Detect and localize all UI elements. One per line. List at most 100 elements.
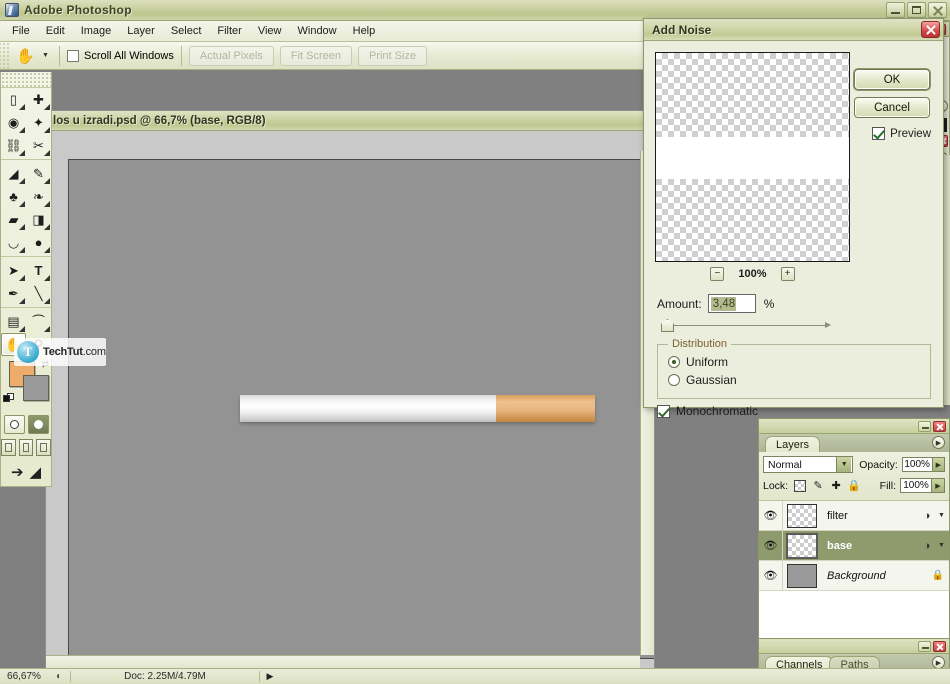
monochromatic-checkbox[interactable]: Monochromatic — [657, 404, 758, 418]
cancel-button[interactable]: Cancel — [854, 97, 930, 118]
image-canvas[interactable] — [68, 159, 654, 659]
scroll-all-windows-checkbox[interactable]: Scroll All Windows — [67, 49, 174, 62]
background-color-swatch[interactable] — [23, 375, 49, 401]
chevron-down-icon[interactable]: ▼ — [938, 512, 949, 519]
menu-filter[interactable]: Filter — [209, 23, 249, 39]
jump-to-imageready-icon[interactable]: ➔ — [11, 463, 24, 481]
path-selection-icon[interactable]: ➤ — [1, 259, 26, 282]
radio-gaussian[interactable]: Gaussian — [668, 373, 930, 387]
menu-window[interactable]: Window — [290, 23, 345, 39]
layer-thumbnail[interactable] — [786, 532, 818, 559]
menu-file[interactable]: File — [4, 23, 38, 39]
marquee-rect-icon[interactable]: ▯ — [1, 88, 26, 111]
tab-layers[interactable]: Layers — [765, 436, 821, 452]
blur-icon[interactable]: ◡ — [1, 231, 26, 254]
document-titlebar[interactable]: los u izradi.psd @ 66,7% (base, RGB/8) — [46, 111, 654, 131]
blend-mode-select[interactable]: Normal ▼ — [763, 456, 854, 473]
standard-screen-icon[interactable] — [1, 439, 16, 456]
fill-stepper-icon[interactable]: ▶ — [932, 478, 945, 493]
chevron-down-icon[interactable]: ▼ — [39, 44, 52, 68]
fit-screen-button[interactable]: Fit Screen — [279, 45, 352, 66]
lock-all-icon[interactable]: 🔒 — [847, 480, 861, 492]
pen-tool-icon[interactable]: ✒ — [1, 282, 26, 305]
zoom-out-button[interactable]: − — [710, 267, 725, 281]
fill-input[interactable]: 100% — [900, 478, 932, 493]
layers-list[interactable]: 👁 filter ◑ ▼ 👁 base ◑ ▼ 👁 Background 🔒 — [759, 501, 949, 646]
palette-menu-icon[interactable]: ▶ — [932, 436, 945, 449]
history-brush-icon[interactable]: ❧ — [26, 185, 51, 208]
layer-thumbnail[interactable] — [787, 503, 817, 528]
move-tool-icon[interactable]: ✚ — [26, 88, 51, 111]
lock-pixels-icon[interactable]: ✎ — [812, 480, 824, 492]
layer-fx-icon[interactable]: ◑ — [916, 540, 938, 552]
reset-colors-icon[interactable] — [3, 393, 14, 404]
close-icon[interactable] — [921, 21, 940, 38]
table-row[interactable]: 👁 filter ◑ ▼ — [759, 501, 949, 531]
notes-icon[interactable]: ▤ — [1, 310, 26, 333]
opacity-stepper-icon[interactable]: ▶ — [932, 457, 945, 472]
magic-wand-icon[interactable]: ✦ — [26, 111, 51, 134]
slice-icon[interactable]: ✂ — [26, 134, 51, 157]
layer-visibility-icon[interactable]: 👁 — [759, 501, 783, 531]
preview-checkbox[interactable]: Preview — [872, 127, 931, 140]
options-bar-grip[interactable] — [0, 41, 9, 70]
menu-layer[interactable]: Layer — [119, 23, 163, 39]
document-canvas-area[interactable] — [46, 131, 654, 669]
minimize-icon[interactable] — [918, 420, 931, 432]
eraser-icon[interactable]: ▰ — [1, 208, 26, 231]
status-zoom[interactable]: 66,67% — [0, 671, 48, 682]
slider-thumb[interactable] — [661, 319, 674, 332]
print-size-button[interactable]: Print Size — [357, 45, 428, 66]
lock-position-icon[interactable]: ✚ — [830, 480, 842, 492]
healing-brush-icon[interactable]: ◢ — [1, 162, 26, 185]
ok-button[interactable]: OK — [854, 69, 930, 90]
menu-help[interactable]: Help — [345, 23, 384, 39]
play-arrow-icon[interactable]: ▶ — [260, 671, 280, 682]
zoom-in-button[interactable]: + — [780, 267, 795, 281]
line-tool-icon[interactable]: ╲ — [26, 282, 51, 305]
dialog-titlebar[interactable]: Add Noise — [644, 19, 943, 41]
toolbox-grip[interactable] — [1, 72, 51, 88]
type-tool-icon[interactable]: T — [26, 259, 51, 282]
minimize-button[interactable] — [886, 2, 905, 18]
close-icon[interactable] — [933, 640, 946, 652]
radio-uniform[interactable]: Uniform — [668, 355, 930, 369]
hand-tool-icon[interactable]: ✋ — [12, 44, 39, 68]
full-screen-menubar-icon[interactable] — [18, 439, 34, 456]
menu-edit[interactable]: Edit — [38, 23, 73, 39]
amount-input[interactable]: 3,48 — [707, 294, 756, 313]
standard-mode-icon[interactable] — [3, 415, 25, 434]
layer-fx-icon[interactable]: ◑ — [916, 510, 938, 522]
clone-stamp-icon[interactable]: ♣ — [1, 185, 26, 208]
actual-pixels-button[interactable]: Actual Pixels — [188, 45, 274, 66]
menu-select[interactable]: Select — [163, 23, 210, 39]
amount-slider[interactable] — [661, 319, 831, 333]
close-icon[interactable] — [933, 420, 946, 432]
lasso-icon[interactable]: ◉ — [1, 111, 26, 134]
menu-image[interactable]: Image — [73, 23, 120, 39]
eyedropper-icon[interactable]: ⏜ — [26, 310, 51, 333]
table-row[interactable]: 👁 base ◑ ▼ — [759, 530, 949, 561]
divider — [1, 159, 51, 160]
maximize-button[interactable] — [907, 2, 926, 18]
chevron-down-icon[interactable]: ▼ — [938, 542, 949, 549]
brush-icon[interactable]: ✎ — [26, 162, 51, 185]
lock-transparency-icon[interactable] — [794, 479, 807, 492]
edit-in-imageready-icon[interactable]: ◢ — [30, 463, 42, 481]
layer-visibility-icon[interactable]: 👁 — [759, 560, 783, 591]
menu-view[interactable]: View — [250, 23, 290, 39]
document-horizontal-scrollbar[interactable] — [46, 655, 640, 669]
full-screen-icon[interactable] — [36, 439, 52, 456]
preview-icon[interactable]: ◐ — [48, 671, 70, 682]
gradient-icon[interactable]: ◨ — [26, 208, 51, 231]
close-button[interactable] — [928, 2, 947, 18]
dodge-icon[interactable]: ● — [26, 231, 51, 254]
crop-icon[interactable]: ⛓ — [1, 134, 26, 157]
minimize-icon[interactable] — [918, 640, 931, 652]
opacity-input[interactable]: 100% — [901, 457, 933, 472]
quick-mask-mode-icon[interactable] — [27, 415, 49, 434]
table-row[interactable]: 👁 Background 🔒 — [759, 560, 949, 591]
layer-visibility-icon[interactable]: 👁 — [759, 530, 783, 561]
layer-thumbnail[interactable] — [787, 563, 817, 588]
filter-preview[interactable] — [655, 52, 850, 262]
